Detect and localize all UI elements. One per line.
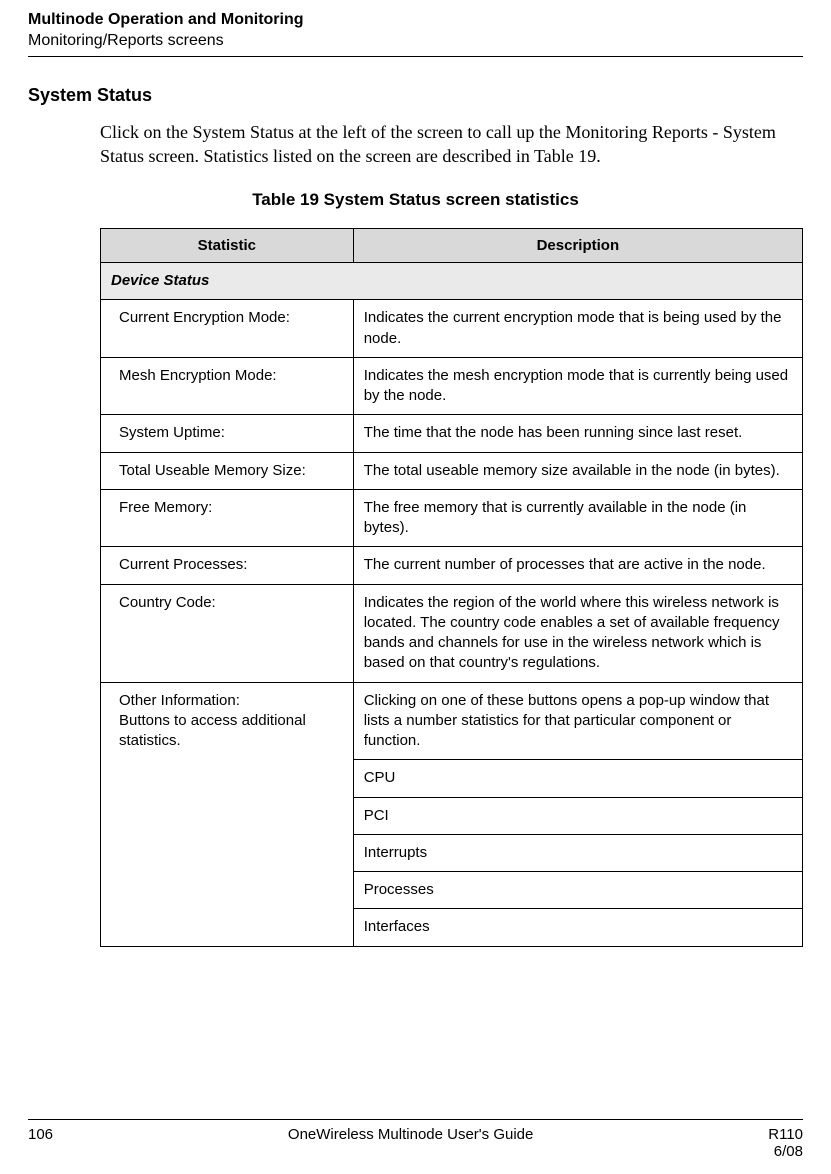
table-row: System Uptime: The time that the node ha… — [101, 415, 803, 452]
header-subtitle: Monitoring/Reports screens — [28, 31, 803, 52]
desc-cell-item: CPU — [353, 760, 802, 797]
other-info-line2: Buttons to access additional statistics. — [119, 712, 306, 749]
table-row: Country Code: Indicates the region of th… — [101, 584, 803, 682]
desc-cell-item: Interfaces — [353, 909, 802, 946]
stat-cell: Country Code: — [101, 584, 354, 682]
stat-cell-other-info: Other Information: Buttons to access add… — [101, 682, 354, 946]
footer-page-number: 106 — [28, 1126, 53, 1143]
table-row: Free Memory: The free memory that is cur… — [101, 489, 803, 547]
desc-cell: Indicates the mesh encryption mode that … — [353, 357, 802, 415]
stat-cell: System Uptime: — [101, 415, 354, 452]
desc-cell: The time that the node has been running … — [353, 415, 802, 452]
table-caption: Table 19 System Status screen statistics — [28, 190, 803, 210]
footer-revision: R110 — [768, 1126, 803, 1143]
table-row: Current Processes: The current number of… — [101, 547, 803, 584]
stat-cell: Mesh Encryption Mode: — [101, 357, 354, 415]
desc-cell: The total useable memory size available … — [353, 452, 802, 489]
footer-date: 6/08 — [768, 1143, 803, 1160]
desc-cell: Indicates the current encryption mode th… — [353, 300, 802, 358]
desc-cell-item: PCI — [353, 797, 802, 834]
desc-cell: Indicates the region of the world where … — [353, 584, 802, 682]
col-description: Description — [353, 229, 802, 263]
table-row-other-info: Other Information: Buttons to access add… — [101, 682, 803, 760]
desc-cell-other-intro: Clicking on one of these buttons opens a… — [353, 682, 802, 760]
footer-center-title: OneWireless Multinode User's Guide — [288, 1126, 533, 1143]
table-row: Current Encryption Mode: Indicates the c… — [101, 300, 803, 358]
desc-cell: The current number of processes that are… — [353, 547, 802, 584]
table-row: Mesh Encryption Mode: Indicates the mesh… — [101, 357, 803, 415]
col-statistic: Statistic — [101, 229, 354, 263]
table-header-row: Statistic Description — [101, 229, 803, 263]
stat-cell: Free Memory: — [101, 489, 354, 547]
statistics-table: Statistic Description Device Status Curr… — [100, 228, 803, 947]
stat-cell: Total Useable Memory Size: — [101, 452, 354, 489]
other-info-line1: Other Information: — [119, 692, 240, 709]
desc-cell: The free memory that is currently availa… — [353, 489, 802, 547]
section-heading: System Status — [28, 85, 803, 106]
header-divider — [28, 56, 803, 57]
desc-cell-item: Interrupts — [353, 834, 802, 871]
page-footer: 106 OneWireless Multinode User's Guide R… — [28, 1119, 803, 1160]
table-subsection-label: Device Status — [101, 263, 803, 300]
stat-cell: Current Encryption Mode: — [101, 300, 354, 358]
table-subsection-row: Device Status — [101, 263, 803, 300]
stat-cell: Current Processes: — [101, 547, 354, 584]
body-paragraph: Click on the System Status at the left o… — [100, 120, 803, 169]
table-row: Total Useable Memory Size: The total use… — [101, 452, 803, 489]
desc-cell-item: Processes — [353, 872, 802, 909]
header-title: Multinode Operation and Monitoring — [28, 10, 803, 31]
